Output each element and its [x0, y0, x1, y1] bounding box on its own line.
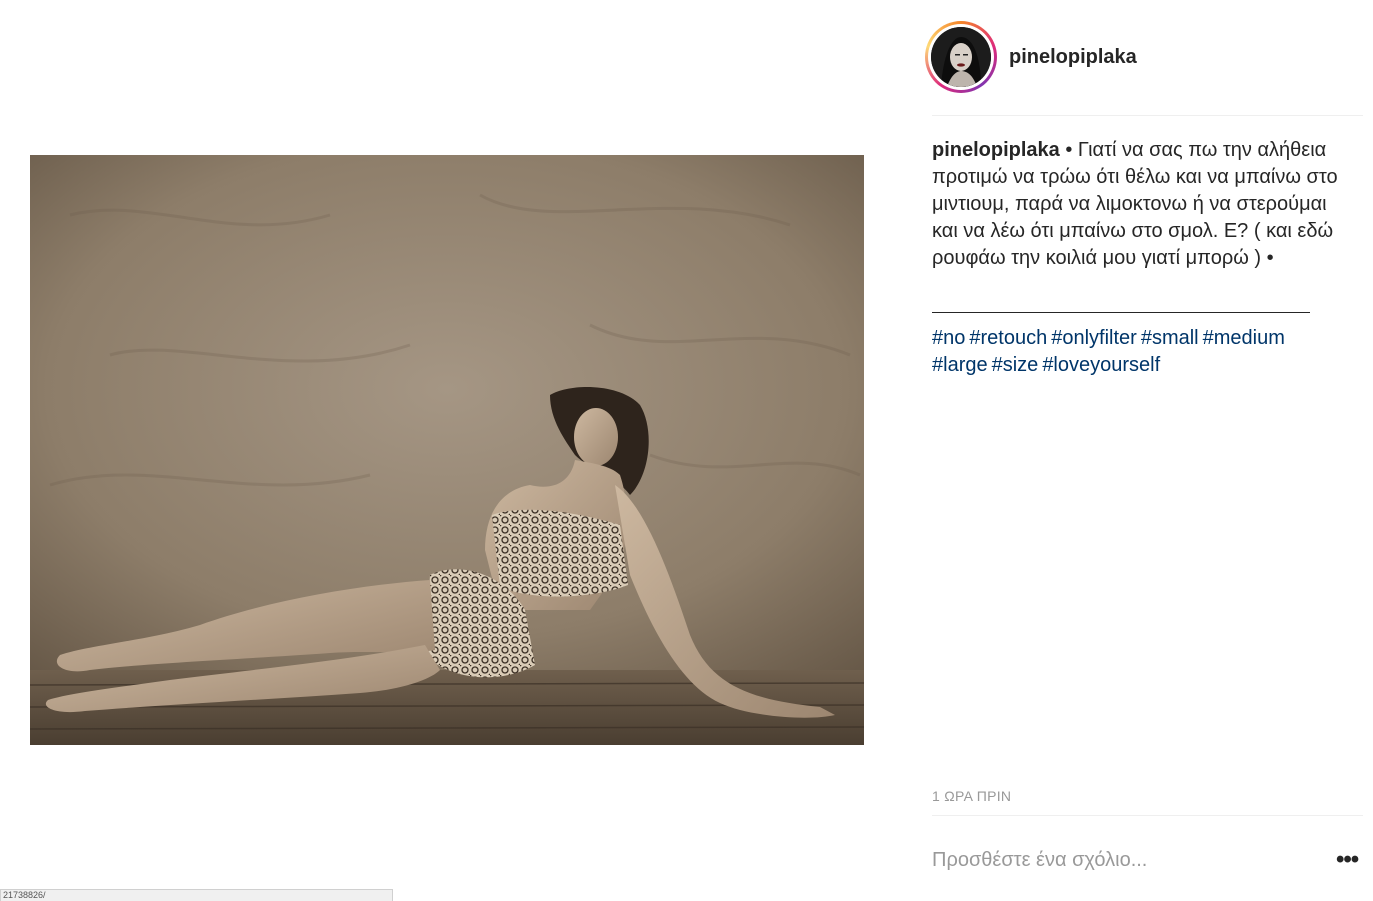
hashtag-link[interactable]: #medium — [1203, 327, 1285, 349]
header-username-link[interactable]: pinelopiplaka — [1009, 46, 1137, 69]
hashtag-link[interactable]: #retouch — [969, 327, 1047, 349]
post-image[interactable] — [30, 155, 864, 745]
divider — [932, 815, 1363, 816]
comment-input[interactable] — [932, 845, 1312, 875]
avatar[interactable] — [931, 27, 991, 87]
avatar-portrait-icon — [931, 27, 991, 87]
sepia-photo — [30, 155, 864, 745]
caption-username-link[interactable]: pinelopiplaka — [932, 139, 1060, 161]
ellipsis-icon[interactable]: ••• — [1336, 848, 1359, 872]
caption: pinelopiplaka • Γιατί να σας πω την αλήθ… — [932, 137, 1352, 272]
browser-status-bar: 21738826/ — [0, 889, 393, 901]
post-side-panel: pinelopiplaka pinelopiplaka • Γιατί να σ… — [925, 0, 1363, 901]
post-timestamp[interactable]: 1 ΩΡΑ ΠΡΙΝ — [932, 788, 1011, 804]
divider — [932, 115, 1363, 116]
hashtag-link[interactable]: #onlyfilter — [1051, 327, 1137, 349]
hashtag-link[interactable]: #small — [1141, 327, 1199, 349]
hashtag-link[interactable]: #size — [992, 354, 1039, 376]
hashtag-link[interactable]: #large — [932, 354, 988, 376]
caption-separator — [932, 312, 1310, 313]
post-header: pinelopiplaka — [925, 20, 1363, 94]
story-ring[interactable] — [925, 21, 997, 93]
hashtag-link[interactable]: #loveyourself — [1042, 354, 1160, 376]
hashtag-list: #no #retouch #onlyfilter #small #medium #larg… — [932, 325, 1352, 379]
hashtag-link[interactable]: #no — [932, 327, 965, 349]
